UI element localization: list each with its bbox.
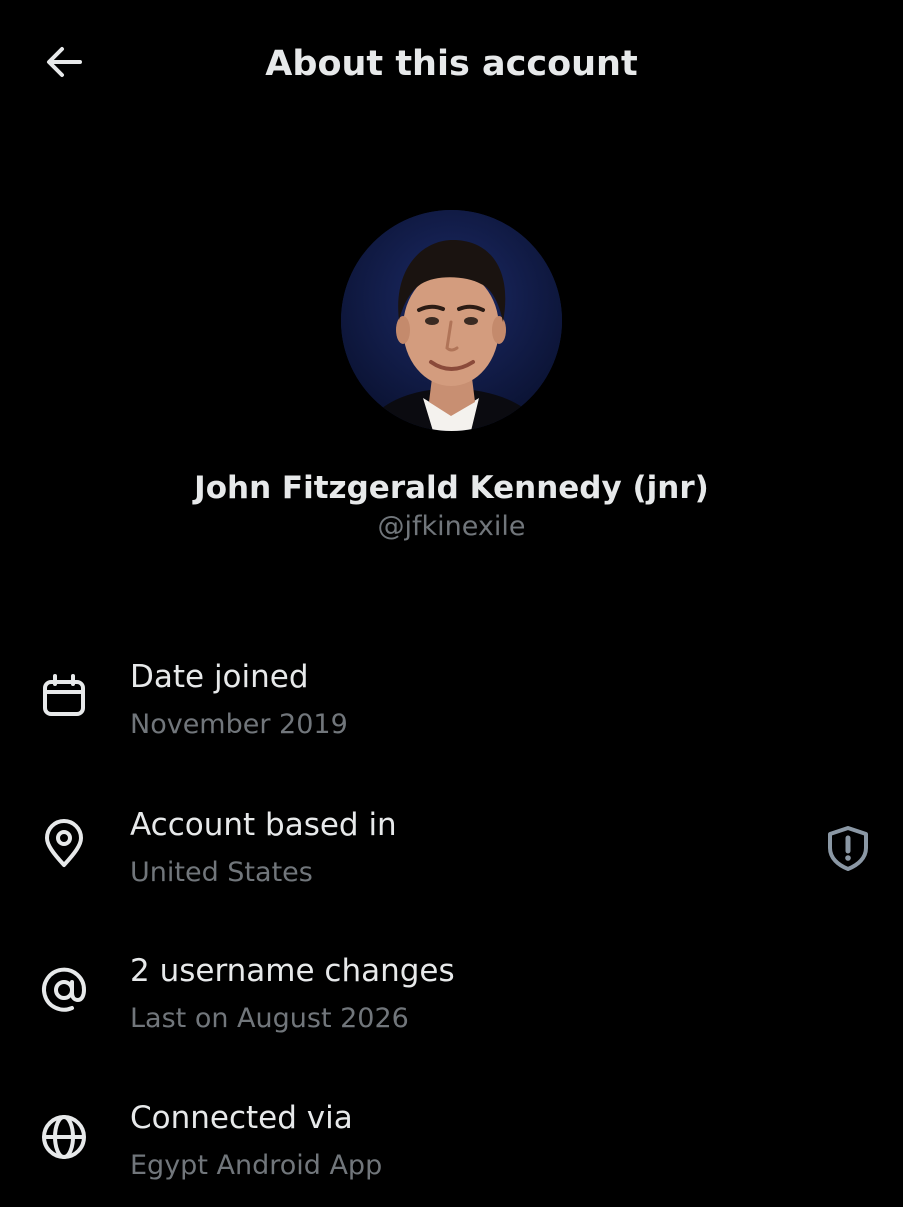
display-name: John Fitzgerald Kennedy (jnr) bbox=[194, 470, 709, 506]
username-changes-value: Last on August 2026 bbox=[130, 1003, 409, 1034]
date-joined-label: Date joined bbox=[130, 659, 309, 695]
username-changes-label: 2 username changes bbox=[130, 953, 455, 989]
location-pin-icon bbox=[38, 818, 90, 870]
connected-via-value: Egypt Android App bbox=[130, 1150, 383, 1181]
date-joined-value: November 2019 bbox=[130, 709, 348, 740]
calendar-icon bbox=[38, 670, 90, 722]
arrow-left-icon bbox=[42, 40, 86, 88]
date-joined-row: Date joined November 2019 bbox=[0, 656, 903, 766]
back-button[interactable] bbox=[36, 40, 92, 88]
profile-photo bbox=[341, 210, 562, 431]
top-bar: About this account bbox=[0, 0, 903, 128]
account-location-label: Account based in bbox=[130, 807, 397, 843]
page-title: About this account bbox=[265, 44, 638, 84]
globe-icon bbox=[38, 1111, 90, 1163]
username-changes-row: 2 username changes Last on August 2026 bbox=[0, 950, 903, 1060]
avatar[interactable] bbox=[341, 210, 562, 431]
account-location-row: Account based in United States bbox=[0, 804, 903, 914]
at-sign-icon bbox=[38, 964, 90, 1016]
connected-via-row: Connected via Egypt Android App bbox=[0, 1097, 903, 1207]
account-location-value: United States bbox=[130, 857, 313, 888]
connected-via-label: Connected via bbox=[130, 1100, 353, 1136]
username-handle: @jfkinexile bbox=[377, 511, 526, 542]
shield-alert-icon[interactable] bbox=[822, 822, 874, 874]
